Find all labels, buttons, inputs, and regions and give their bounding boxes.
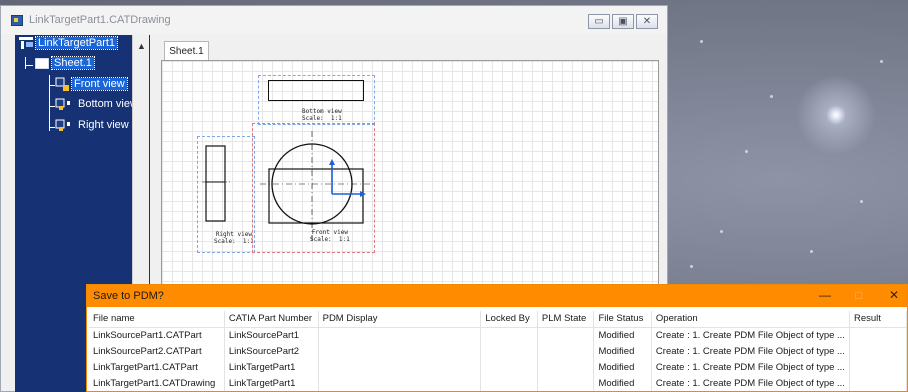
minimize-button[interactable]: ▭	[588, 14, 610, 29]
star	[810, 250, 813, 253]
tree-sheet-node[interactable]: Sheet.1	[25, 56, 95, 70]
bottom-view-shape	[268, 80, 364, 101]
cell-part-number: LinkTargetPart1	[224, 375, 319, 391]
tree-root-icon	[19, 37, 33, 49]
cell-file-name: LinkSourcePart1.CATPart	[89, 327, 225, 343]
tree-connector	[25, 57, 26, 69]
cell-locked-by	[480, 359, 538, 375]
column-header-catia-part-number[interactable]: CATIA Part Number	[224, 311, 319, 328]
bottom-view-icon	[55, 98, 70, 111]
star	[690, 265, 693, 268]
close-button[interactable]: ✕	[636, 14, 658, 29]
cell-pdm-display	[318, 327, 482, 343]
dialog-maximize-button[interactable]: □	[855, 288, 862, 302]
drawing-sheet[interactable]: Bottom view Scale: 1:1 Right view Scale:…	[161, 60, 659, 300]
cell-locked-by	[480, 375, 538, 391]
cell-operation[interactable]: Create : 1. Create PDM File Object of ty…	[651, 327, 850, 343]
tree-view-front[interactable]: Front view	[49, 76, 128, 91]
cell-file-name: LinkTargetPart1.CATPart	[89, 359, 225, 375]
tab-sheet1[interactable]: Sheet.1	[164, 41, 209, 61]
table-row[interactable]: LinkTargetPart1.CATDrawing LinkTargetPar…	[89, 375, 908, 391]
tree-view-bottom[interactable]: Bottom view	[49, 98, 140, 111]
cell-plm-state	[537, 359, 595, 375]
cell-file-name: LinkSourcePart2.CATPart	[89, 343, 225, 359]
cell-file-status: Modified	[593, 327, 652, 343]
tree-root-node[interactable]: LinkTargetPart1	[19, 36, 119, 51]
front-view-icon	[55, 77, 69, 91]
tree-view-front-label: Front view	[71, 76, 128, 91]
cell-part-number: LinkSourcePart1	[224, 327, 319, 343]
cell-operation[interactable]: Create : 1. Create PDM File Object of ty…	[651, 359, 850, 375]
table-header-row: File name CATIA Part Number PDM Display …	[89, 311, 908, 328]
cell-locked-by	[480, 327, 538, 343]
save-to-pdm-dialog: Save to PDM? — □ ✕ File name CATIA Part …	[86, 284, 908, 392]
bottom-view-caption: Bottom view Scale: 1:1	[302, 108, 342, 122]
column-header-result[interactable]: Result	[849, 311, 908, 328]
cell-plm-state	[537, 327, 595, 343]
cell-plm-state	[537, 343, 595, 359]
cell-file-status: Modified	[593, 359, 652, 375]
catdrawing-icon	[11, 15, 23, 26]
table-row[interactable]: LinkSourcePart2.CATPart LinkSourcePart2 …	[89, 343, 908, 359]
star	[770, 95, 773, 98]
cell-plm-state	[537, 375, 595, 391]
tree-connector	[49, 106, 55, 107]
column-header-file-name[interactable]: File name	[89, 311, 225, 328]
cell-pdm-display	[318, 375, 482, 391]
column-header-file-status[interactable]: File Status	[593, 311, 652, 328]
right-view-caption: Right view Scale: 1:1	[214, 231, 254, 245]
cell-result	[849, 327, 908, 343]
dialog-titlebar[interactable]: Save to PDM? — □ ✕	[87, 285, 907, 307]
window-title: LinkTargetPart1.CATDrawing	[29, 14, 171, 26]
sheet-icon	[35, 57, 49, 69]
dialog-close-button[interactable]: ✕	[889, 288, 899, 302]
cell-operation[interactable]: Create : 1. Create PDM File Object of ty…	[651, 375, 850, 391]
dialog-title: Save to PDM?	[93, 290, 164, 302]
tree-view-bottom-label: Bottom view	[78, 98, 138, 110]
cell-part-number: LinkSourcePart2	[224, 343, 319, 359]
cell-operation[interactable]: Create : 1. Create PDM File Object of ty…	[651, 343, 850, 359]
window-titlebar[interactable]: LinkTargetPart1.CATDrawing ▭ ▣ ✕	[1, 6, 667, 34]
star	[860, 200, 863, 203]
star	[700, 40, 703, 43]
cell-file-status: Modified	[593, 375, 652, 391]
cell-result	[849, 375, 908, 391]
cell-pdm-display	[318, 359, 482, 375]
cell-result	[849, 359, 908, 375]
column-header-locked-by[interactable]: Locked By	[480, 311, 538, 328]
cell-file-status: Modified	[593, 343, 652, 359]
cell-part-number: LinkTargetPart1	[224, 359, 319, 375]
column-header-plm-state[interactable]: PLM State	[537, 311, 595, 328]
column-header-pdm-display[interactable]: PDM Display	[318, 311, 482, 328]
cell-file-name: LinkTargetPart1.CATDrawing	[89, 375, 225, 391]
scroll-up-icon[interactable]: ▲	[137, 41, 146, 51]
right-view-icon	[55, 119, 70, 132]
tree-root-label: LinkTargetPart1	[34, 36, 119, 51]
tree-sheet-label: Sheet.1	[51, 56, 95, 70]
tree-connector	[49, 85, 55, 86]
column-header-operation[interactable]: Operation	[651, 311, 850, 328]
tree-view-right[interactable]: Right view	[49, 119, 131, 132]
table-row[interactable]: LinkTargetPart1.CATPart LinkTargetPart1 …	[89, 359, 908, 375]
cell-result	[849, 343, 908, 359]
star	[745, 150, 748, 153]
table-row[interactable]: LinkSourcePart1.CATPart LinkSourcePart1 …	[89, 327, 908, 343]
dialog-minimize-button[interactable]: —	[819, 288, 831, 302]
tree-view-right-label: Right view	[78, 119, 129, 131]
cell-locked-by	[480, 343, 538, 359]
tree-connector	[25, 65, 33, 66]
star	[880, 60, 883, 63]
front-view-caption: Front view Scale: 1:1	[310, 229, 350, 243]
star	[720, 230, 723, 233]
cell-pdm-display	[318, 343, 482, 359]
tree-connector	[49, 127, 55, 128]
restore-button[interactable]: ▣	[612, 14, 634, 29]
pdm-file-table: File name CATIA Part Number PDM Display …	[89, 311, 908, 391]
